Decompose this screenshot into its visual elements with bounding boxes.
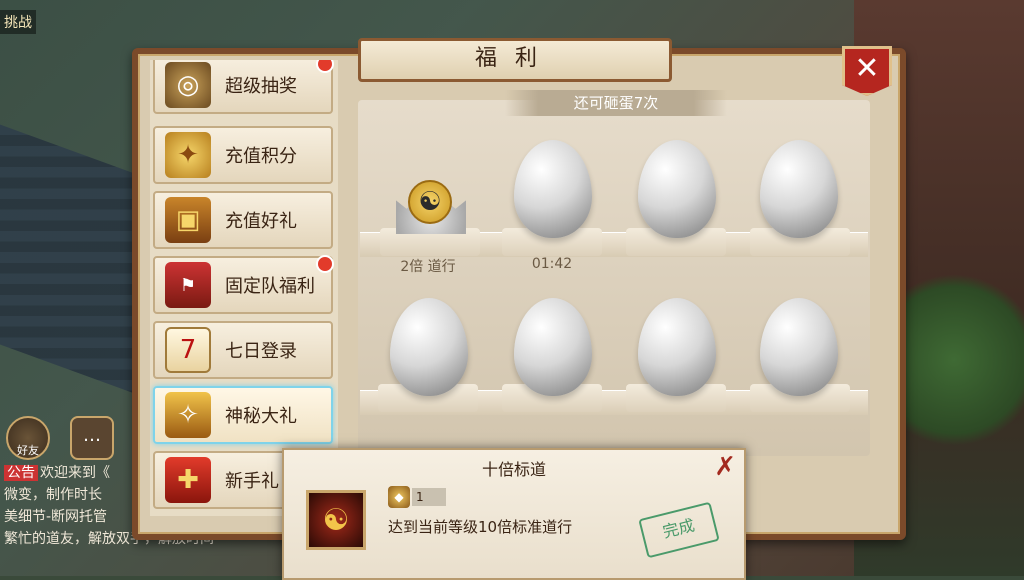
announcement-tag: 公告 [4,465,38,481]
gourd-reward-icon: ☯ [306,490,366,550]
sidebar-item-label: 超级抽奖 [225,76,297,97]
reward-count: 1 [412,488,446,506]
complete-stamp: 完成 [638,501,720,559]
close-icon[interactable]: ✗ [714,452,736,482]
friend-button[interactable]: 好友 [6,416,50,460]
chat-icon[interactable]: … [70,416,114,460]
sidebar-item-label: 神秘大礼 [225,406,297,427]
lottery-wheel-icon: ◎ [165,62,211,108]
panel-title: 福利 [358,38,672,82]
sidebar-item-label: 新手礼 [225,471,279,492]
treasure-chest-icon: ▣ [165,197,211,243]
sidebar-item-label: 七日登录 [225,341,297,362]
sidebar-item-label: 充值好礼 [225,211,297,232]
mystery-chest-icon: ✧ [165,392,211,438]
yin-yang-icon: ☯ [408,180,452,224]
popup-title: 十倍标道 [481,460,546,479]
seal-icon: ◆ [388,486,410,508]
sidebar-item-recharge-points[interactable]: ✦ 充值积分 [153,126,333,184]
challenge-link[interactable]: 挑战 [0,10,36,34]
sidebar-item-seven-day-login[interactable]: 7 七日登录 [153,321,333,379]
sidebar-item-recharge-gift[interactable]: ▣ 充值好礼 [153,191,333,249]
sidebar-item-super-lottery[interactable]: ◎ 超级抽奖 [153,60,334,114]
calendar-scroll-icon: 7 [165,327,211,373]
sidebar-item-label: 充值积分 [225,146,297,167]
sidebar-item-team-welfare[interactable]: ⚑ 固定队福利 [153,255,334,314]
popup-description: 达到当前等级10倍标准道行 [388,518,573,536]
egg-caption: 2倍 道行 [400,259,456,275]
notification-badge [316,255,334,273]
gift-box-icon: ✚ [165,457,211,503]
treasure-gold-icon: ✦ [165,132,211,178]
reward-popup: 十倍标道 ✗ ☯ ◆ 1 达到当前等级10倍标准道行 完成 [282,448,746,580]
friend-label: 好友 [17,444,39,457]
notification-badge [316,60,334,73]
egg-timer: 01:42 [531,256,573,272]
sidebar-item-label: 固定队福利 [225,276,315,297]
sidebar-item-mystery-gift[interactable]: ✧ 神秘大礼 [153,386,333,444]
remaining-smashes: 还可砸蛋7次 [505,90,727,116]
team-flag-icon: ⚑ [165,262,211,308]
